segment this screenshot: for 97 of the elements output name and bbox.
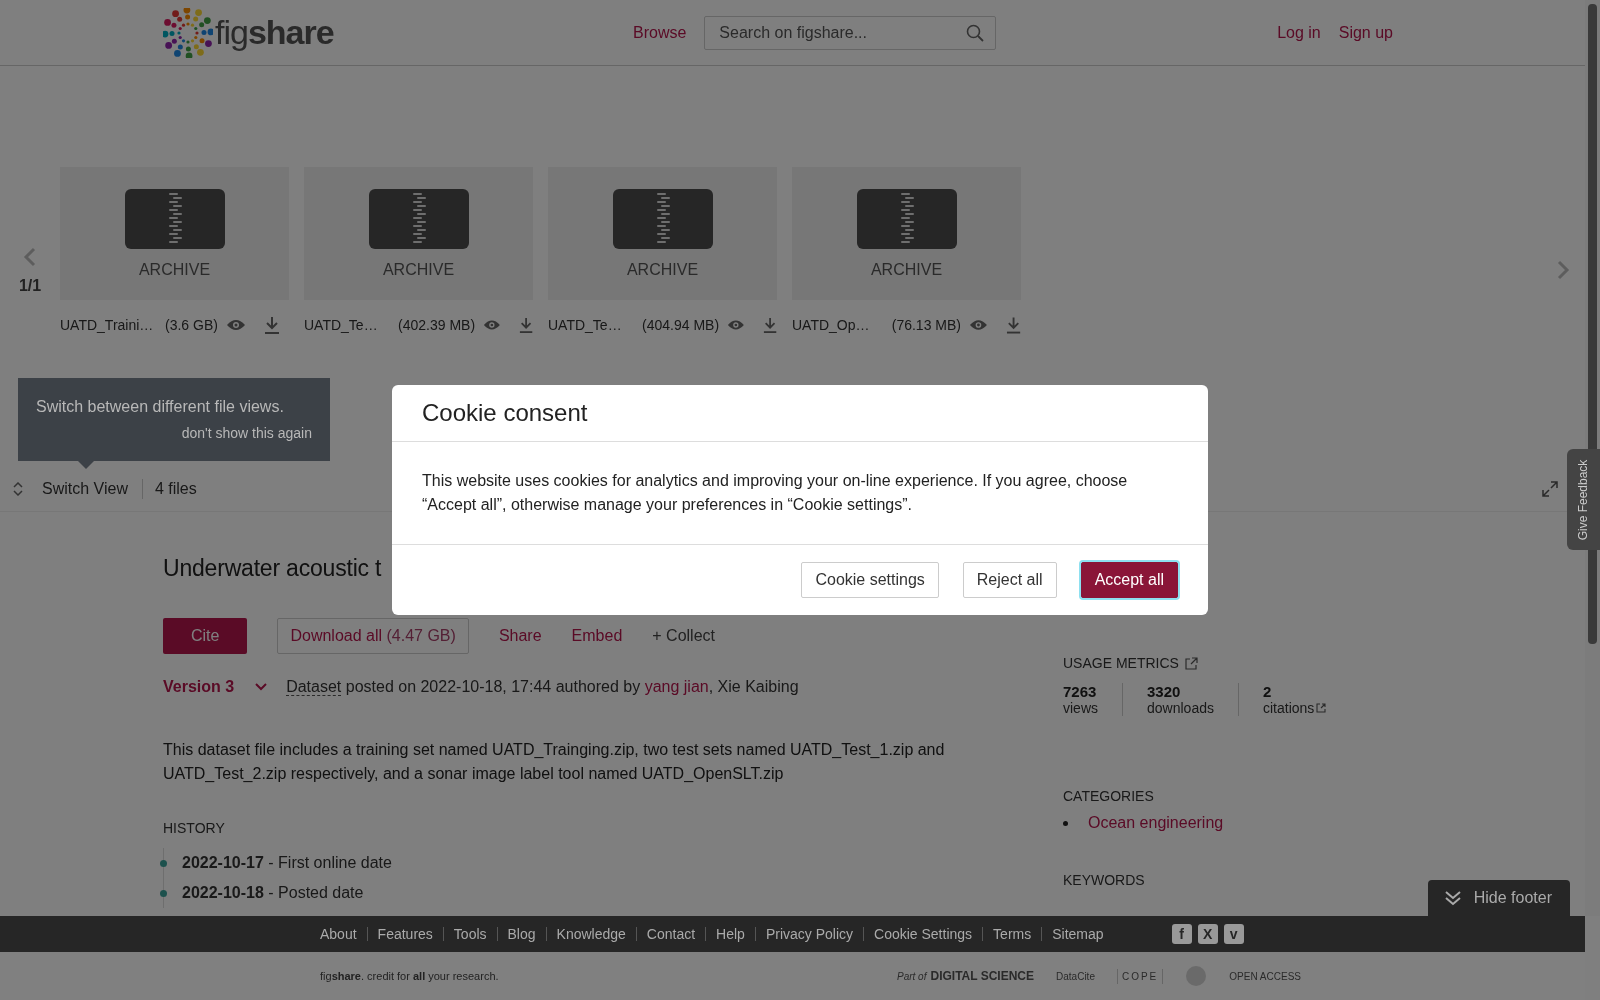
file-name[interactable]: UATD_Te… <box>548 317 635 333</box>
keywords-heading: KEYWORDS <box>1063 872 1146 888</box>
action-button[interactable]: Share <box>498 618 542 654</box>
page-indicator: 1/1 <box>18 277 42 295</box>
partner-logo-text[interactable]: OPEN ACCESS <box>1229 970 1301 982</box>
partner-logo-text[interactable]: Part of <box>897 970 927 982</box>
file-type-label: ARCHIVE <box>382 260 455 279</box>
auth-link[interactable]: Log in <box>1277 23 1321 42</box>
action-button[interactable]: Cite <box>163 618 248 654</box>
feedback-tab[interactable]: Give Feedback <box>1567 449 1600 550</box>
footer-link[interactable]: Privacy Policy <box>765 926 854 942</box>
file-size: (3.6 GB) <box>165 317 218 333</box>
eye-icon[interactable] <box>727 318 745 332</box>
search-icon[interactable] <box>966 23 985 42</box>
timeline-dot <box>160 859 167 867</box>
file-type-label: ARCHIVE <box>870 260 943 279</box>
social-link[interactable]: v <box>1223 924 1244 944</box>
archive-icon <box>124 188 225 249</box>
file-size: (404.94 MB) <box>642 317 720 333</box>
dialog-button[interactable]: Cookie settings <box>801 562 939 598</box>
metric-value: 3320 <box>1147 683 1182 700</box>
search-field[interactable]: Search on figshare... <box>704 15 997 50</box>
dialog-button[interactable]: Reject all <box>962 562 1057 598</box>
footer-link[interactable]: Knowledge <box>556 926 626 942</box>
footer-link[interactable]: Features <box>377 926 433 942</box>
footer-link[interactable]: About <box>320 926 357 942</box>
dialog-button[interactable]: Accept all <box>1080 562 1178 598</box>
footer-link[interactable]: Sitemap <box>1052 926 1104 942</box>
category-link[interactable]: Ocean engineering <box>1088 814 1224 832</box>
auth-link[interactable]: Sign up <box>1338 23 1393 42</box>
metric-label: views <box>1063 700 1098 716</box>
dataset-meta: Dataset posted on 2022-10-18, 17:44 authored by yang jian, Xie Kaibing <box>286 678 799 696</box>
metric-label: citations <box>1262 700 1315 716</box>
archive-icon <box>612 188 713 249</box>
metric-value: 7263 <box>1063 683 1098 700</box>
social-link[interactable]: f <box>1171 924 1192 944</box>
eye-icon[interactable] <box>225 318 246 332</box>
hide-footer-button[interactable]: Hide footer <box>1427 880 1570 916</box>
categories-heading: CATEGORIES <box>1063 788 1155 804</box>
timeline-dot <box>160 889 167 897</box>
footer-link[interactable]: Terms <box>993 926 1032 942</box>
version-selector[interactable]: Version 3 <box>163 678 269 696</box>
partner-logo-text[interactable]: DIGITAL SCIENCE <box>930 969 1035 983</box>
file-type-label: ARCHIVE <box>626 260 699 279</box>
browse-link[interactable]: Browse <box>633 23 687 42</box>
file-card[interactable]: ARCHIVE <box>304 167 533 300</box>
archive-icon <box>856 188 957 249</box>
logo-wordmark[interactable]: figshare <box>215 13 334 52</box>
action-button[interactable]: Embed <box>571 618 623 654</box>
tooltip-text: Switch between different file views. <box>36 398 285 416</box>
usage-metrics-heading: USAGE METRICS <box>1063 655 1179 671</box>
double-chevron-down-icon <box>1443 889 1462 907</box>
metric-label: downloads <box>1147 700 1214 716</box>
footer-link[interactable]: Tools <box>453 926 487 942</box>
footer-link[interactable]: Blog <box>507 926 536 942</box>
file-name[interactable]: UATD_Traini… <box>60 317 157 333</box>
footer-link[interactable]: Help <box>716 926 745 942</box>
chevron-down-icon[interactable] <box>254 682 269 692</box>
file-card[interactable]: ARCHIVE <box>548 167 777 300</box>
file-size: (76.13 MB) <box>891 317 961 333</box>
external-link-icon[interactable] <box>1316 703 1327 713</box>
file-name[interactable]: UATD_Op… <box>792 317 884 333</box>
download-icon[interactable] <box>762 316 777 334</box>
file-size: (402.39 MB) <box>398 317 476 333</box>
file-card[interactable]: ARCHIVE <box>792 167 1021 300</box>
partner-logo-text[interactable]: COPE <box>1116 968 1164 984</box>
download-icon[interactable] <box>263 316 280 334</box>
dataset-title: Underwater acoustic t <box>163 555 382 582</box>
file-count: 4 files <box>154 480 197 498</box>
history-entry: 2022-10-17 - First online date <box>182 854 392 872</box>
history-heading: HISTORY <box>163 820 226 836</box>
logo-icon <box>163 7 213 58</box>
history-entry: 2022-10-18 - Posted date <box>182 884 364 902</box>
download-icon[interactable] <box>518 316 533 334</box>
partner-logo-text[interactable]: DataCite <box>1056 970 1095 982</box>
switch-view-icon[interactable] <box>12 482 24 496</box>
action-button[interactable]: Download all (4.47 GB) <box>277 618 469 654</box>
file-type-label: ARCHIVE <box>138 260 211 279</box>
file-name[interactable]: UATD_Te… <box>304 317 391 333</box>
footer-link[interactable]: Contact <box>646 926 696 942</box>
action-button[interactable]: + Collect <box>652 618 715 654</box>
dialog-message: This website uses cookies for analytics and improving your on-line experience. If you agree, choose “Accept all”, otherwise manage your preferences in “Cookie settings”. <box>392 442 1208 545</box>
switch-view-button[interactable]: Switch View <box>42 480 128 498</box>
dismiss-link[interactable]: don't show this again <box>181 425 312 441</box>
metric-value: 2 <box>1262 683 1273 700</box>
footer-link[interactable]: Cookie Settings <box>874 926 973 942</box>
eye-icon[interactable] <box>483 318 501 332</box>
social-link[interactable]: X <box>1197 924 1218 944</box>
expand-icon[interactable] <box>1542 481 1558 497</box>
archive-icon <box>368 188 469 249</box>
footer-tagline: figshare. credit for all your research. <box>320 970 500 982</box>
dialog-title: Cookie consent <box>392 385 1208 442</box>
eye-icon[interactable] <box>968 318 988 332</box>
download-icon[interactable] <box>1005 316 1021 334</box>
file-card[interactable]: ARCHIVE <box>60 167 289 300</box>
dataset-description: This dataset file includes a training set named UATD_Trainging.zip, two test sets named UATD_Test_1.zip and UATD_Test_2.zip respectively, and a sonar image label tool named UATD_OpenSLT.zip <box>163 740 946 784</box>
external-link-icon[interactable] <box>1184 656 1198 670</box>
